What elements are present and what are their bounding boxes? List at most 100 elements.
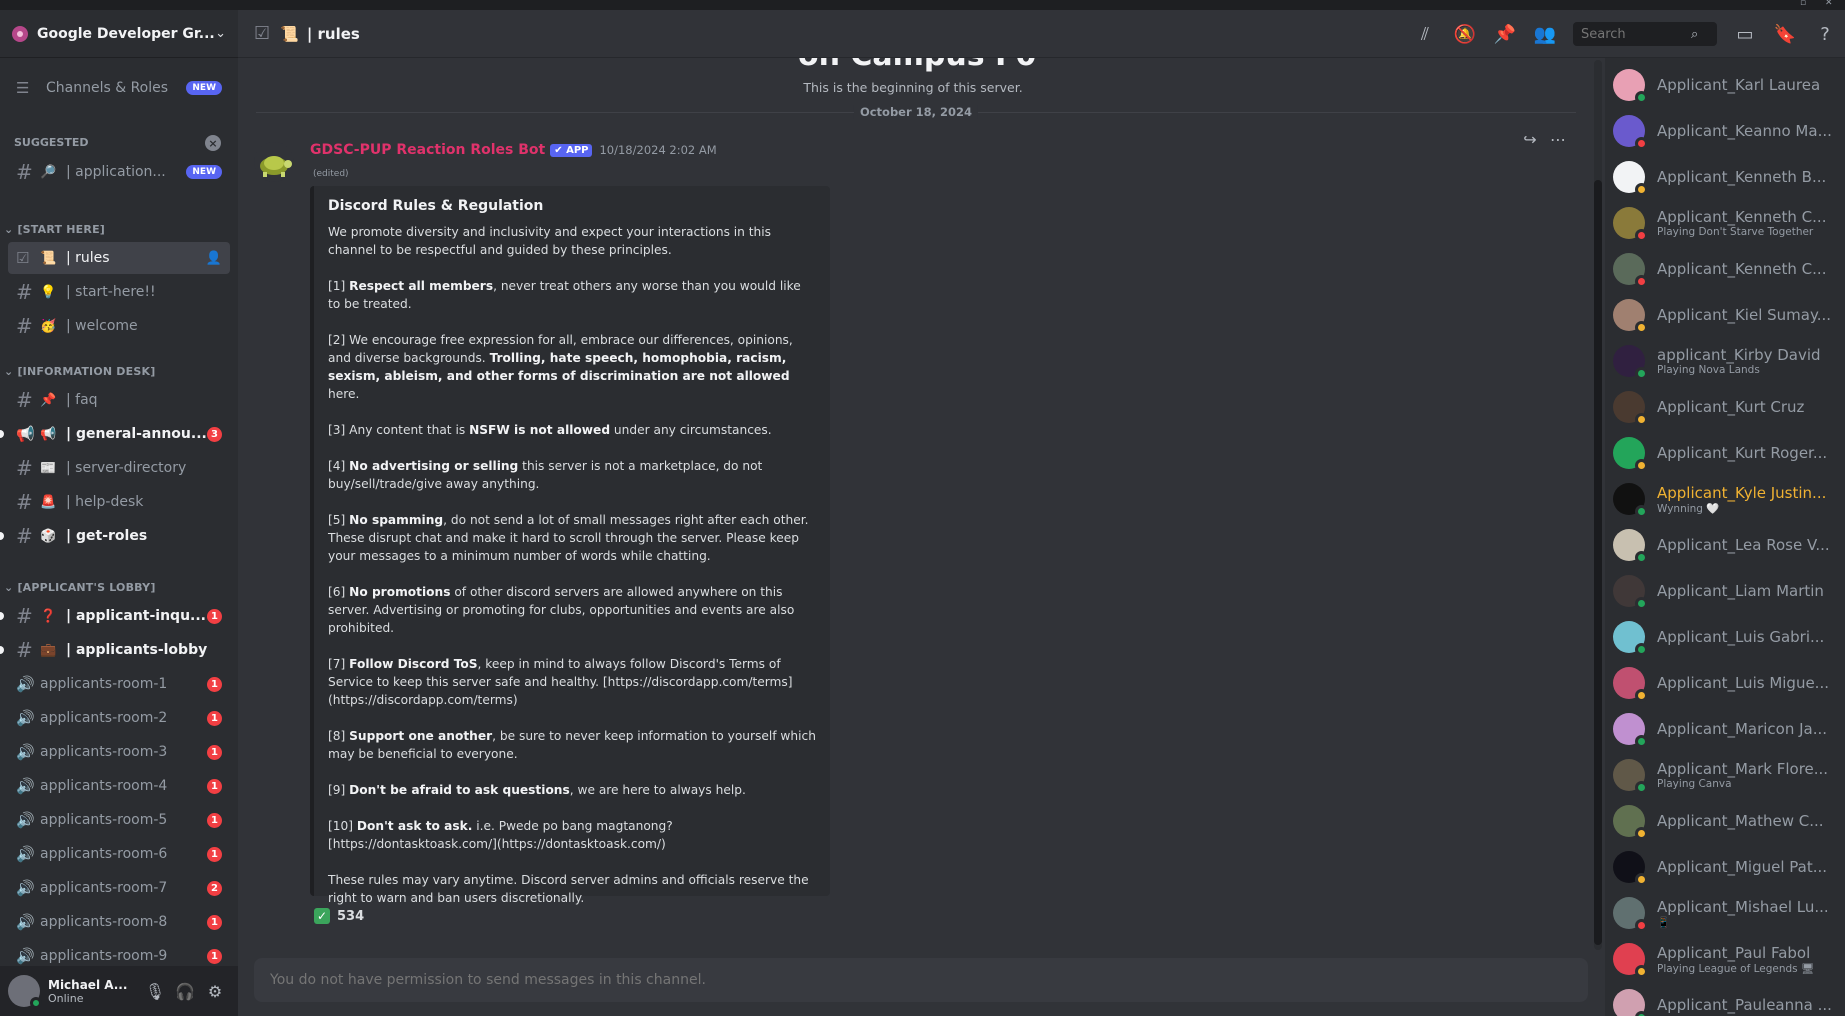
presence-status-icon — [1635, 919, 1648, 932]
guild-name: Google Developer Gr... — [37, 25, 215, 42]
avatar — [1613, 713, 1648, 748]
dismiss-suggested-icon[interactable]: × — [205, 135, 221, 151]
headphones-icon[interactable]: 🎧 — [170, 982, 200, 1001]
category-start-here[interactable]: ⌄ [START HERE] — [4, 223, 105, 236]
gear-icon[interactable]: ⚙ — [200, 982, 230, 1001]
channel-general-announcements[interactable]: 📢 📢 | general-annou... 3 — [0, 418, 230, 450]
help-icon[interactable]: ? — [1805, 24, 1845, 45]
hash-icon: # — [16, 160, 33, 184]
voice-channel[interactable]: 🔊 applicants-room-8 1 — [8, 906, 230, 938]
embed-footer: These rules may vary anytime. Discord se… — [328, 873, 809, 905]
channel-rules[interactable]: ☑ 📜 | rules 👤 — [8, 242, 230, 274]
member-item[interactable]: Applicant_Mark Flore... Playing Canva — [1613, 754, 1839, 796]
member-item[interactable]: Applicant_Lea Rose V... — [1613, 524, 1839, 566]
avatar — [1613, 897, 1648, 932]
channel-applicant-inquiry[interactable]: # ❓ | applicant-inqu... 1 — [0, 600, 230, 632]
scrollbar-thumb[interactable] — [1594, 180, 1602, 945]
member-item[interactable]: Applicant_Paul Fabol Playing League of Le… — [1613, 938, 1839, 980]
speaker-icon: 🔊 — [16, 879, 35, 897]
channel-server-directory[interactable]: # 📰 | server-directory — [8, 452, 230, 484]
pin-icon[interactable]: 📌 — [1485, 24, 1525, 45]
voice-channel[interactable]: 🔊 applicants-room-3 1 — [8, 736, 230, 768]
message-timestamp: 10/18/2024 2:02 AM — [599, 143, 717, 157]
member-item[interactable]: Applicant_Miguel Pat... — [1613, 846, 1839, 888]
channel-applicants-lobby[interactable]: # 💼 | applicants-lobby — [0, 634, 230, 666]
more-options-icon[interactable]: ⋯ — [1544, 130, 1572, 149]
rules-channel-icon: ☑ — [254, 23, 271, 44]
category-information-desk[interactable]: ⌄ [INFORMATION DESK] — [4, 365, 155, 378]
rule-8: [8] Support one another, be sure to neve… — [328, 729, 816, 761]
microphone-icon[interactable]: 🎙 — [140, 982, 170, 1001]
forward-icon[interactable]: ↪ — [1516, 130, 1544, 149]
member-item[interactable]: Applicant_Kenneth B... — [1613, 156, 1839, 198]
search-input[interactable] — [1581, 26, 1691, 42]
presence-status-icon — [1635, 781, 1648, 794]
user-info[interactable]: Michael A... Online — [48, 978, 140, 1005]
notification-bell-muted-icon[interactable]: 🔕 — [1445, 24, 1485, 45]
guild-header[interactable]: Google Developer Gr... ⌄ — [0, 10, 238, 58]
voice-channel[interactable]: 🔊 applicants-room-5 1 — [8, 804, 230, 836]
bookmark-icon[interactable]: 🔖 — [1765, 24, 1805, 45]
voice-channel[interactable]: 🔊 applicants-room-4 1 — [8, 770, 230, 802]
add-member-icon[interactable]: 👤 — [206, 251, 222, 266]
member-item[interactable]: Applicant_Mathew C... — [1613, 800, 1839, 842]
member-item[interactable]: Applicant_Pauleanna ... — [1613, 984, 1839, 1016]
search-box[interactable]: ⌕ — [1573, 22, 1717, 46]
close-window-icon[interactable]: ✕ — [1825, 0, 1833, 8]
avatar — [1613, 851, 1648, 886]
member-item[interactable]: Applicant_Kenneth C... Playing Don't Star… — [1613, 202, 1839, 244]
member-item[interactable]: Applicant_Luis Migue... — [1613, 662, 1839, 704]
user-panel: Michael A... Online 🎙 🎧 ⚙ — [0, 966, 238, 1016]
member-item[interactable]: Applicant_Mishael Lu... 📱 — [1613, 892, 1839, 934]
mention-badge: 3 — [207, 426, 222, 442]
threads-icon[interactable]: ⫽ — [1405, 24, 1445, 45]
new-badge: NEW — [186, 81, 222, 95]
member-item[interactable]: Applicant_Maricon Ja... — [1613, 708, 1839, 750]
voice-channel[interactable]: 🔊 applicants-room-2 1 — [8, 702, 230, 734]
presence-status-icon — [1635, 597, 1648, 610]
voice-channel[interactable]: 🔊 applicants-room-6 1 — [8, 838, 230, 870]
member-item[interactable]: Applicant_Liam Martin — [1613, 570, 1839, 612]
member-item[interactable]: Applicant_Kyle Justin... Wynning 🤍 — [1613, 478, 1839, 520]
bot-avatar[interactable] — [254, 142, 294, 182]
member-item[interactable]: Applicant_Kenneth C... — [1613, 248, 1839, 290]
member-item[interactable]: Applicant_Kiel Sumay... — [1613, 294, 1839, 336]
channels-roles-button[interactable]: ☰ Channels & Roles NEW — [8, 72, 230, 104]
member-item[interactable]: applicant_Kirby David Playing Nova Lands — [1613, 340, 1839, 382]
suggested-channel[interactable]: # 🔎 | application... NEW — [8, 156, 230, 188]
header-toolbar: ⫽ 🔕 📌 👥 ⌕ ▭ 🔖 ? — [1405, 10, 1845, 58]
member-item[interactable]: Applicant_Kurt Cruz — [1613, 386, 1839, 428]
speaker-icon: 🔊 — [16, 913, 35, 931]
embed-title: Discord Rules & Regulation — [328, 198, 544, 214]
member-item[interactable]: Applicant_Keanno Ma... — [1613, 110, 1839, 152]
channel-help-desk[interactable]: # 🚨 | help-desk — [8, 486, 230, 518]
channel-welcome[interactable]: # 🥳 | welcome — [8, 310, 230, 342]
user-name: Michael A... — [48, 977, 128, 992]
maximize-icon[interactable]: ▫ — [1800, 0, 1806, 8]
channel-start-here[interactable]: # 💡 | start-here!! — [8, 276, 230, 308]
presence-status-icon — [1635, 367, 1648, 380]
voice-channel[interactable]: 🔊 applicants-room-1 1 — [8, 668, 230, 700]
mention-badge: 1 — [207, 846, 222, 862]
channel-faq[interactable]: # 📌 | faq — [8, 384, 230, 416]
channel-get-roles[interactable]: # 🎲 | get-roles — [0, 520, 230, 552]
avatar[interactable] — [8, 975, 42, 1009]
dice-emoji-icon: 🎲 — [40, 528, 57, 544]
server-welcome-title: on Campus F0 — [798, 58, 1036, 73]
message-author[interactable]: GDSC-PUP Reaction Roles Bot — [310, 142, 545, 158]
member-item[interactable]: Applicant_Luis Gabri... — [1613, 616, 1839, 658]
voice-channel[interactable]: 🔊 applicants-room-7 2 — [8, 872, 230, 904]
reaction-check[interactable]: ✓ 534 — [310, 904, 368, 928]
member-list-icon[interactable]: 👥 — [1525, 24, 1565, 45]
member-item[interactable]: Applicant_Karl Laurea — [1613, 64, 1839, 106]
category-applicants-lobby[interactable]: ⌄ [APPLICANT'S LOBBY] — [4, 581, 156, 594]
avatar — [1613, 667, 1648, 702]
message-input — [270, 972, 1572, 988]
member-item[interactable]: Applicant_Kurt Roger... — [1613, 432, 1839, 474]
mention-badge: 1 — [207, 778, 222, 794]
inbox-icon[interactable]: ▭ — [1725, 24, 1765, 45]
unread-indicator — [0, 646, 4, 654]
mention-badge: 1 — [207, 676, 222, 692]
avatar — [1613, 253, 1648, 288]
chevron-down-icon[interactable]: ⌄ — [215, 26, 226, 41]
